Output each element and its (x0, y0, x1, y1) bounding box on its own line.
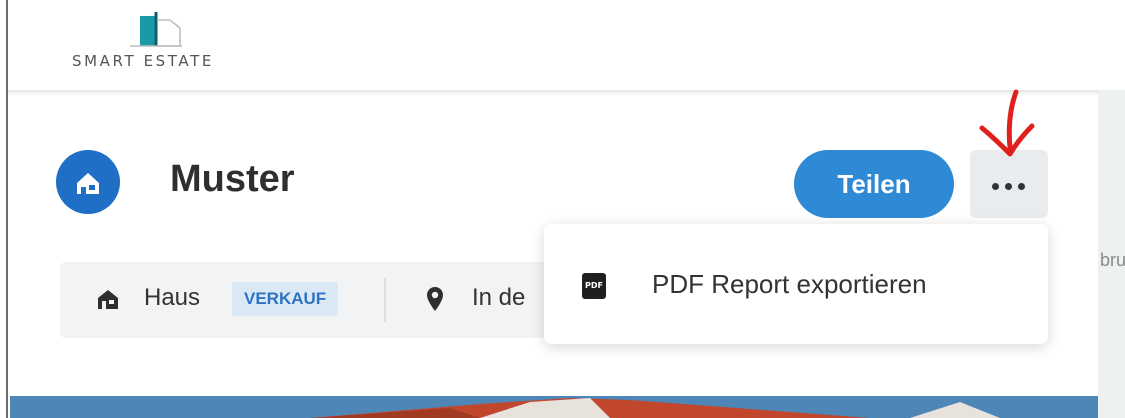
ellipsis-dot (1005, 183, 1012, 190)
map-text: bru (1100, 250, 1125, 270)
property-location: In de (472, 284, 526, 311)
share-button[interactable]: Teilen (794, 150, 954, 218)
property-type: Haus (144, 284, 201, 311)
property-title: Muster (170, 158, 295, 200)
brand-name: SMART ESTATE (72, 52, 214, 70)
logo-mark-icon (130, 12, 182, 47)
menu-item-label: PDF Report exportieren (652, 269, 927, 299)
menu-item-pdf-report[interactable]: PDF PDF Report exportieren (544, 224, 1048, 344)
app-header: SMART ESTATE (8, 0, 1125, 92)
map-fragment: bru (1098, 90, 1125, 418)
house-small-icon (98, 290, 118, 309)
annotation-arrow-icon (979, 89, 1035, 157)
location-pin-icon (427, 287, 443, 311)
property-hero-image (10, 396, 1098, 418)
home-badge-icon (56, 150, 120, 214)
divider (384, 278, 386, 322)
options-dropdown-menu: PDF PDF Report exportieren (544, 224, 1048, 344)
smart-estate-logo[interactable]: SMART ESTATE (72, 8, 242, 78)
pdf-icon: PDF (582, 273, 606, 299)
ellipsis-dot (1018, 183, 1025, 190)
ellipsis-icon (992, 183, 999, 190)
house-icon (77, 173, 99, 194)
property-info-bar: Haus VERKAUF In de (60, 262, 560, 338)
house-roof-image (310, 398, 1000, 418)
window-edge (0, 0, 8, 418)
status-badge: VERKAUF (232, 282, 339, 316)
